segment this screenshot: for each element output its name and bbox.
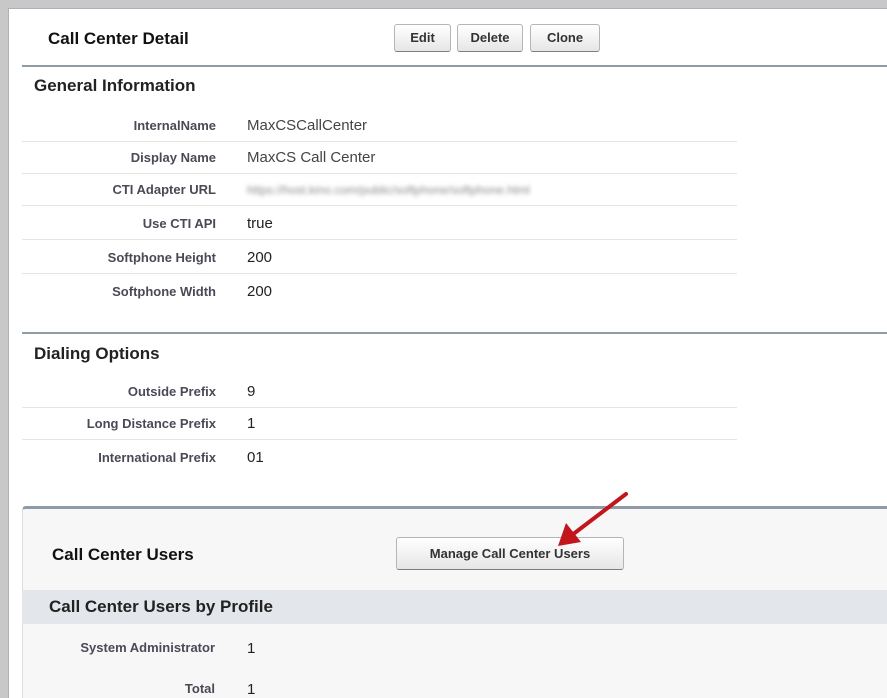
cti-adapter-url-link[interactable]: https://host.kino.com/public/softphone/s… (247, 183, 530, 197)
field-label: International Prefix (98, 450, 216, 465)
dialing-options-header: Dialing Options (34, 344, 160, 363)
profile-label: System Administrator (80, 640, 215, 655)
field-value: 01 (247, 449, 264, 466)
call-center-users-by-profile-header: Call Center Users by Profile (22, 590, 887, 624)
field-label: CTI Adapter URL (112, 182, 216, 197)
field-label: Softphone Width (112, 284, 216, 299)
field-value: 200 (247, 283, 273, 300)
field-value: 200 (247, 249, 273, 266)
annotation-arrow-icon (558, 492, 628, 546)
call-center-users-title: Call Center Users (52, 545, 194, 564)
field-value: true (247, 215, 273, 232)
field-value: 9 (247, 383, 256, 400)
page-title: Call Center Detail (48, 29, 189, 48)
field-row-outside-prefix: Outside Prefix 9 (22, 376, 737, 408)
field-row-softphone-height: Softphone Height 200 (22, 242, 737, 274)
field-label: Softphone Height (107, 250, 216, 265)
annotation-arrow-head (558, 523, 581, 546)
field-value: MaxCS Call Center (247, 149, 376, 166)
field-label: Outside Prefix (127, 384, 216, 399)
field-row-long-distance-prefix: Long Distance Prefix 1 (22, 408, 737, 440)
annotation-arrow-shaft (570, 492, 628, 537)
field-label: Use CTI API (142, 216, 216, 231)
general-information-header: General Information (34, 76, 196, 95)
field-row-internal-name: InternalName MaxCSCallCenter (22, 110, 737, 142)
field-row-international-prefix: International Prefix 01 (22, 442, 737, 474)
profile-count: 1 (247, 640, 256, 657)
section-divider (22, 332, 887, 334)
edit-button[interactable]: Edit (394, 24, 451, 52)
field-label: Long Distance Prefix (86, 416, 216, 431)
field-row-softphone-width: Softphone Width 200 (22, 276, 737, 308)
field-row-display-name: Display Name MaxCS Call Center (22, 142, 737, 174)
field-row-use-cti-api: Use CTI API true (22, 208, 737, 240)
clone-button[interactable]: Clone (530, 24, 600, 52)
field-label: Display Name (130, 150, 216, 165)
field-value: 1 (247, 415, 256, 432)
delete-button[interactable]: Delete (457, 24, 523, 52)
total-label: Total (184, 681, 215, 696)
section-divider (22, 65, 887, 67)
field-label: InternalName (133, 118, 216, 133)
total-count: 1 (247, 681, 256, 698)
field-value: MaxCSCallCenter (247, 117, 368, 134)
field-row-cti-adapter-url: CTI Adapter URL https://host.kino.com/pu… (22, 174, 737, 206)
